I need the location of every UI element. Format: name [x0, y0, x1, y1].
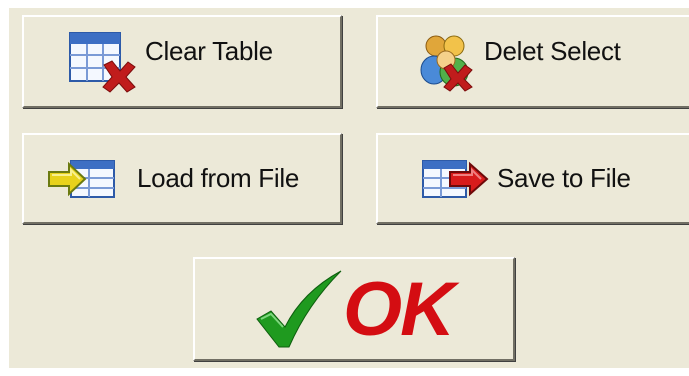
load-from-file-label: Load from File	[137, 163, 299, 193]
clear-table-button[interactable]: Clear Table	[22, 15, 342, 108]
delete-select-label: Delet Select	[484, 36, 621, 66]
save-to-file-button[interactable]: Save to File	[376, 133, 689, 224]
users-delete-icon	[420, 32, 476, 92]
file-import-icon	[47, 158, 117, 200]
ok-button[interactable]: OK	[193, 257, 515, 361]
checkmark-icon	[251, 269, 343, 349]
ok-label: OK	[343, 266, 455, 352]
delete-select-button[interactable]: Delet Select	[376, 15, 689, 108]
save-to-file-label: Save to File	[497, 163, 631, 193]
table-delete-icon	[68, 31, 138, 93]
load-from-file-button[interactable]: Load from File	[22, 133, 342, 224]
file-export-icon	[420, 158, 490, 200]
clear-table-label: Clear Table	[145, 36, 273, 66]
